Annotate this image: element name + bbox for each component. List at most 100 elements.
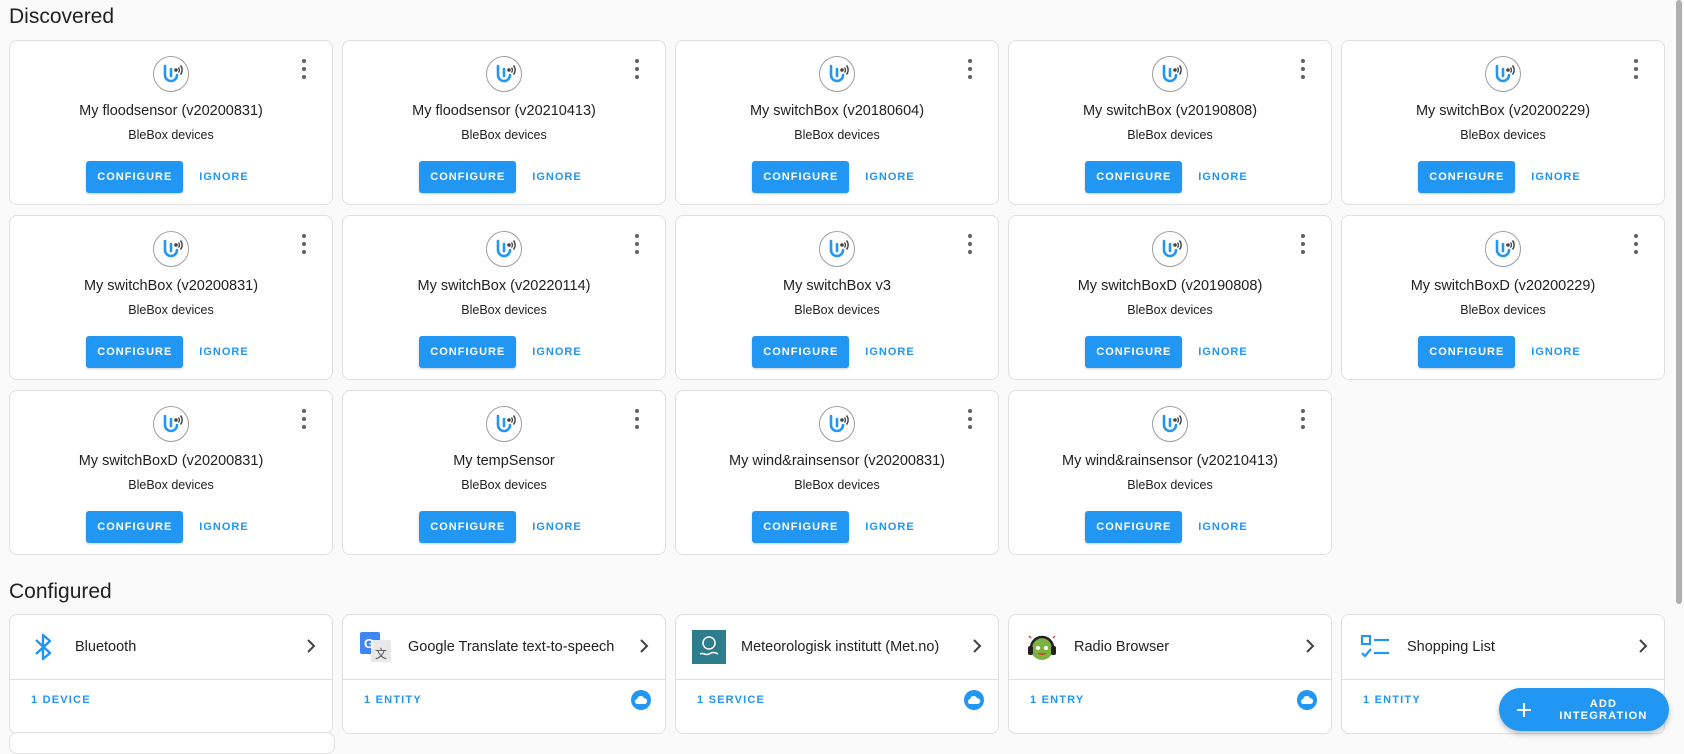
more-options-icon[interactable] [298, 234, 310, 254]
card-actions: CONFIGURE IGNORE [10, 511, 332, 543]
discovered-card: My switchBox (v20200229) BleBox devices CO… [1341, 40, 1665, 205]
cloud-icon [1297, 690, 1317, 710]
integration-card[interactable]: Bluetooth 1 DEVICE [9, 614, 333, 734]
discovered-card: My switchBox v3 BleBox devices CONFIGURE IG… [675, 215, 999, 380]
plus-icon [1516, 702, 1531, 717]
more-options-icon[interactable] [1630, 234, 1642, 254]
configure-button[interactable]: CONFIGURE [419, 336, 517, 368]
ignore-button[interactable]: IGNORE [192, 513, 255, 541]
chevron-right-icon[interactable] [302, 637, 320, 655]
blebox-logo-icon [1485, 231, 1521, 267]
configure-button[interactable]: CONFIGURE [1085, 161, 1183, 193]
ignore-button[interactable]: IGNORE [1524, 338, 1587, 366]
integration-entries-link[interactable]: 1 ENTITY [1363, 694, 1421, 706]
configure-button[interactable]: CONFIGURE [86, 511, 184, 543]
device-name: My switchBoxD (v20200831) [78, 453, 264, 469]
device-name: My switchBoxD (v20190808) [1077, 278, 1263, 294]
add-integration-button[interactable]: ADD INTEGRATION [1499, 688, 1669, 731]
configured-section-title: Configured [9, 580, 112, 603]
integration-domain: BleBox devices [794, 478, 880, 492]
chevron-right-icon[interactable] [1634, 637, 1652, 655]
more-options-icon[interactable] [964, 59, 976, 79]
more-options-icon[interactable] [631, 234, 643, 254]
device-name: My switchBox (v20200229) [1415, 103, 1591, 119]
integration-card-header[interactable]: Bluetooth [10, 615, 332, 680]
integration-entries-link[interactable]: 1 SERVICE [697, 694, 765, 706]
more-options-icon[interactable] [964, 409, 976, 429]
more-options-icon[interactable] [631, 59, 643, 79]
integration-domain: BleBox devices [128, 303, 214, 317]
configure-button[interactable]: CONFIGURE [86, 161, 184, 193]
svg-text:G: G [364, 636, 374, 651]
integration-card-header[interactable]: Shopping List [1342, 615, 1664, 680]
integration-card[interactable]: Meteorologisk institutt (Met.no) 1 SERVIC… [675, 614, 999, 734]
ignore-button[interactable]: IGNORE [858, 513, 921, 541]
configure-button[interactable]: CONFIGURE [419, 161, 517, 193]
configure-button[interactable]: CONFIGURE [752, 336, 850, 368]
ignore-button[interactable]: IGNORE [525, 163, 588, 191]
discovered-section-title: Discovered [9, 5, 115, 28]
configure-button[interactable]: CONFIGURE [1085, 511, 1183, 543]
configure-button[interactable]: CONFIGURE [86, 336, 184, 368]
ignore-button[interactable]: IGNORE [525, 338, 588, 366]
device-name: My switchBoxD (v20200229) [1410, 278, 1596, 294]
integration-entries-link[interactable]: 1 DEVICE [31, 694, 91, 706]
blebox-logo-icon [1152, 56, 1188, 92]
ignore-button[interactable]: IGNORE [1191, 338, 1254, 366]
integration-card-header[interactable]: Meteorologisk institutt (Met.no) [676, 615, 998, 680]
integration-card[interactable]: Radio Browser 1 ENTRY [1008, 614, 1332, 734]
ignore-button[interactable]: IGNORE [1524, 163, 1587, 191]
discovered-card: My switchBox (v20180604) BleBox devices CO… [675, 40, 999, 205]
ignore-button[interactable]: IGNORE [858, 163, 921, 191]
configure-button[interactable]: CONFIGURE [1085, 336, 1183, 368]
blebox-logo-icon [1152, 231, 1188, 267]
more-options-icon[interactable] [1297, 59, 1309, 79]
more-options-icon[interactable] [1297, 234, 1309, 254]
integration-domain: BleBox devices [794, 303, 880, 317]
integration-card[interactable]: G 文 Google Translate text-to-speech 1 ENTIT… [342, 614, 666, 734]
more-options-icon[interactable] [298, 409, 310, 429]
device-name: My wind&rainsensor (v20210413) [1062, 453, 1278, 469]
card-actions: CONFIGURE IGNORE [343, 336, 665, 368]
svg-text:文: 文 [375, 646, 387, 661]
configure-button[interactable]: CONFIGURE [419, 511, 517, 543]
configure-button[interactable]: CONFIGURE [752, 161, 850, 193]
integration-domain: BleBox devices [1460, 128, 1546, 142]
scrollbar-thumb[interactable] [1676, 0, 1682, 604]
more-options-icon[interactable] [1630, 59, 1642, 79]
blebox-logo-icon [819, 406, 855, 442]
ignore-button[interactable]: IGNORE [858, 338, 921, 366]
device-name: My switchBox (v20220114) [417, 278, 591, 294]
integration-entries-link[interactable]: 1 ENTRY [1030, 694, 1084, 706]
ignore-button[interactable]: IGNORE [1191, 163, 1254, 191]
device-name: My switchBox v3 [783, 278, 891, 294]
configure-button[interactable]: CONFIGURE [1418, 161, 1516, 193]
more-options-icon[interactable] [298, 59, 310, 79]
integration-card-header[interactable]: Radio Browser [1009, 615, 1331, 680]
card-actions: CONFIGURE IGNORE [1342, 336, 1664, 368]
ignore-button[interactable]: IGNORE [1191, 513, 1254, 541]
configure-button[interactable]: CONFIGURE [1418, 336, 1516, 368]
radio-browser-icon [1023, 628, 1061, 666]
chevron-right-icon[interactable] [1301, 637, 1319, 655]
integration-card-header[interactable]: G 文 Google Translate text-to-speech [343, 615, 665, 680]
blebox-logo-icon [153, 56, 189, 92]
card-actions: CONFIGURE IGNORE [1342, 161, 1664, 193]
discovered-card: My switchBox (v20200831) BleBox devices CO… [9, 215, 333, 380]
integration-domain: BleBox devices [461, 128, 547, 142]
ignore-button[interactable]: IGNORE [192, 338, 255, 366]
ignore-button[interactable]: IGNORE [525, 513, 588, 541]
integration-domain: BleBox devices [1127, 478, 1213, 492]
chevron-right-icon[interactable] [968, 637, 986, 655]
card-actions: CONFIGURE IGNORE [676, 511, 998, 543]
chevron-right-icon[interactable] [635, 637, 653, 655]
page-scrollbar[interactable] [1674, 0, 1684, 736]
more-options-icon[interactable] [631, 409, 643, 429]
integration-name: Radio Browser [1074, 639, 1170, 655]
ignore-button[interactable]: IGNORE [192, 163, 255, 191]
blebox-logo-icon [486, 56, 522, 92]
more-options-icon[interactable] [964, 234, 976, 254]
configure-button[interactable]: CONFIGURE [752, 511, 850, 543]
integration-entries-link[interactable]: 1 ENTITY [364, 694, 422, 706]
more-options-icon[interactable] [1297, 409, 1309, 429]
